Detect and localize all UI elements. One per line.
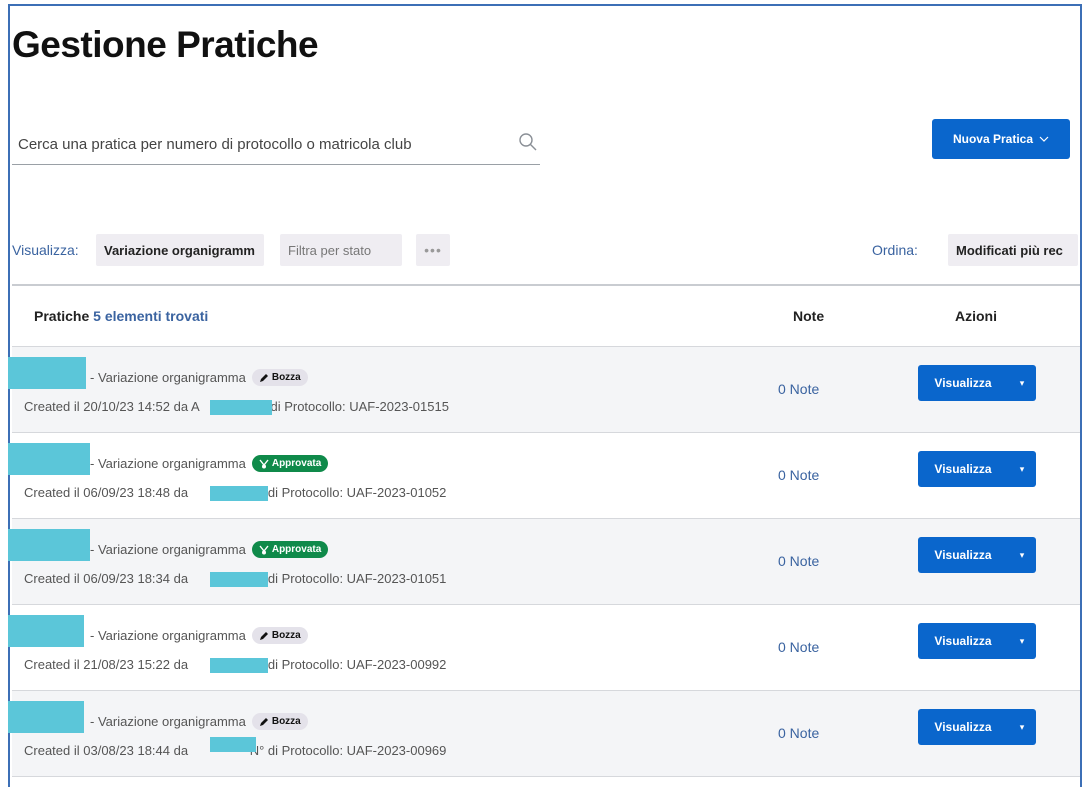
more-icon: ••• [424,242,442,258]
col-header-azioni: Azioni [955,308,997,324]
caret-down-icon[interactable]: ▾ [1008,464,1036,475]
table-row[interactable]: - Variazione organigramma Approvata Crea… [8,518,1080,604]
status-badge: Bozza [251,713,308,730]
view-select[interactable]: Variazione organigramm [96,234,264,266]
table-row[interactable]: - Variazione organigramma Bozza Created … [8,690,1080,777]
sort-select-value: Modificati più rec [956,242,1063,258]
chevron-down-icon [1039,136,1049,142]
header-divider [12,284,1080,286]
view-button-label: Visualizza [934,462,992,476]
table-row[interactable]: - Variazione organigramma Bozza Created … [8,604,1080,690]
table-row[interactable]: - Variazione organigramma Bozza Created … [8,346,1080,432]
col-header-pratiche: Pratiche 5 elementi trovati [34,308,208,324]
row-notes[interactable]: 0 Note [778,381,819,397]
redacted-region [210,486,268,501]
status-label: Bozza [271,372,301,383]
medal-icon [259,545,269,554]
results-count: 5 elementi trovati [93,308,209,324]
row-notes[interactable]: 0 Note [778,467,819,483]
sort-label: Ordina: [872,242,918,258]
view-button[interactable]: Visualizza ▾ [918,365,1036,401]
more-filters-button[interactable]: ••• [416,234,450,266]
table-body: - Variazione organigramma Bozza Created … [8,346,1080,777]
view-select-value: Variazione organigramm [104,242,255,258]
created-info: Created il 03/08/23 18:44 da [24,743,189,758]
row-title: - Variazione organigramma Bozza [90,369,308,386]
view-button-label: Visualizza [934,548,992,562]
caret-down-icon[interactable]: ▾ [1008,550,1036,561]
protocol-number: N° di Protocollo: UAF-2023-01051 [249,571,447,586]
protocol-number: N° di Protocollo: UAF-2023-01052 [249,485,447,500]
caret-down-icon[interactable]: ▾ [1008,636,1036,647]
redacted-region [210,658,268,673]
row-type: - Variazione organigramma [90,628,246,643]
created-info: Created il 21/08/23 15:22 da [24,657,189,672]
view-button-label: Visualizza [934,634,992,648]
status-badge: Approvata [251,455,329,472]
redacted-region [8,357,86,389]
redacted-region [210,400,272,415]
view-button-label: Visualizza [934,376,992,390]
protocol-number: ° di Protocollo: UAF-2023-01515 [261,399,449,414]
view-label: Visualizza: [12,242,79,258]
col-header-note: Note [793,308,825,324]
row-notes[interactable]: 0 Note [778,725,819,741]
redacted-region [210,737,256,752]
redacted-region [210,572,268,587]
search-input[interactable] [16,130,490,158]
redacted-region [8,443,90,475]
pencil-icon [259,373,268,382]
created-info: Created il 06/09/23 18:34 da [24,571,189,586]
table-row[interactable]: - Variazione organigramma Approvata Crea… [8,432,1080,518]
pencil-icon [259,631,268,640]
row-type: - Variazione organigramma [90,456,246,471]
view-button[interactable]: Visualizza ▾ [918,623,1036,659]
new-pratica-label: Nuova Pratica [952,132,1034,146]
col-pratiche-label: Pratiche [34,308,90,324]
status-label: Bozza [271,716,301,727]
protocol-number: N° di Protocollo: UAF-2023-00992 [249,657,447,672]
row-type: - Variazione organigramma [90,370,246,385]
medal-icon [259,459,269,468]
search-icon[interactable] [518,132,538,152]
caret-down-icon[interactable]: ▾ [1008,722,1036,733]
page-title: Gestione Pratiche [12,24,319,65]
search-bar [12,120,540,165]
view-button-label: Visualizza [934,720,992,734]
status-label: Approvata [271,544,322,555]
new-pratica-button[interactable]: Nuova Pratica [932,119,1070,159]
redacted-region [8,529,90,561]
row-title: - Variazione organigramma Bozza [90,627,308,644]
redacted-region [8,701,84,733]
redacted-region [8,615,84,647]
row-title: - Variazione organigramma Approvata [90,541,329,558]
status-label: Approvata [271,458,322,469]
protocol-number: N° di Protocollo: UAF-2023-00969 [249,743,447,758]
filter-bar: Visualizza: Variazione organigramm Filtr… [12,234,1082,266]
status-badge: Approvata [251,541,329,558]
view-button[interactable]: Visualizza ▾ [918,709,1036,745]
row-type: - Variazione organigramma [90,714,246,729]
view-button[interactable]: Visualizza ▾ [918,451,1036,487]
created-info: Created il 06/09/23 18:48 da [24,485,189,500]
status-label: Bozza [271,630,301,641]
status-badge: Bozza [251,369,308,386]
row-title: - Variazione organigramma Approvata [90,455,329,472]
row-notes[interactable]: 0 Note [778,639,819,655]
state-filter-select[interactable]: Filtra per stato [280,234,402,266]
sort-select[interactable]: Modificati più rec [948,234,1078,266]
row-notes[interactable]: 0 Note [778,553,819,569]
created-info: Created il 20/10/23 14:52 da [24,399,189,414]
creator-partial: A [190,399,200,414]
row-type: - Variazione organigramma [90,542,246,557]
pencil-icon [259,717,268,726]
caret-down-icon[interactable]: ▾ [1008,378,1036,389]
row-title: - Variazione organigramma Bozza [90,713,308,730]
view-button[interactable]: Visualizza ▾ [918,537,1036,573]
state-filter-placeholder: Filtra per stato [288,242,372,258]
status-badge: Bozza [251,627,308,644]
